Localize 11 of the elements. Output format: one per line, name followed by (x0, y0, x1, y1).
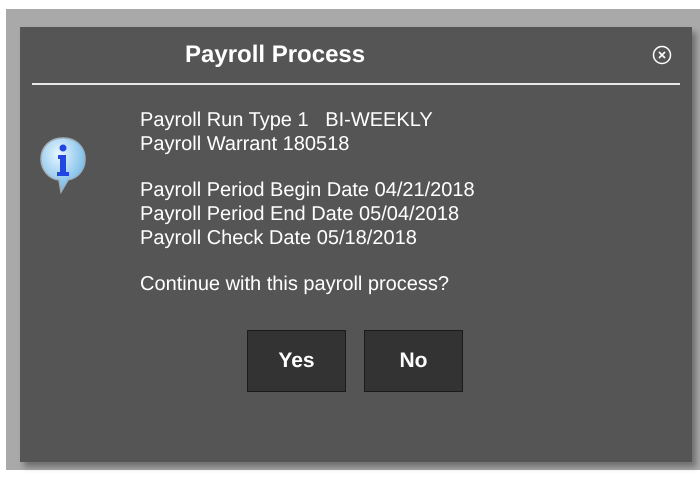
message-text: Payroll Warrant 180518 (140, 132, 350, 156)
message-text: Continue with this payroll process? (140, 272, 450, 296)
info-icon (39, 136, 87, 194)
message-text: Payroll Period End Date 05/04/2018 (140, 202, 460, 226)
message-text: Payroll Run Type 1 BI-WEEKLY (140, 108, 434, 132)
message-text: Payroll Check Date 05/18/2018 (140, 226, 418, 250)
no-button[interactable]: No (364, 330, 463, 392)
yes-button[interactable]: Yes (247, 330, 346, 392)
dialog-title: Payroll Process (185, 41, 366, 69)
message-text: Payroll Period Begin Date 04/21/2018 (140, 178, 475, 202)
close-icon[interactable] (652, 45, 672, 65)
